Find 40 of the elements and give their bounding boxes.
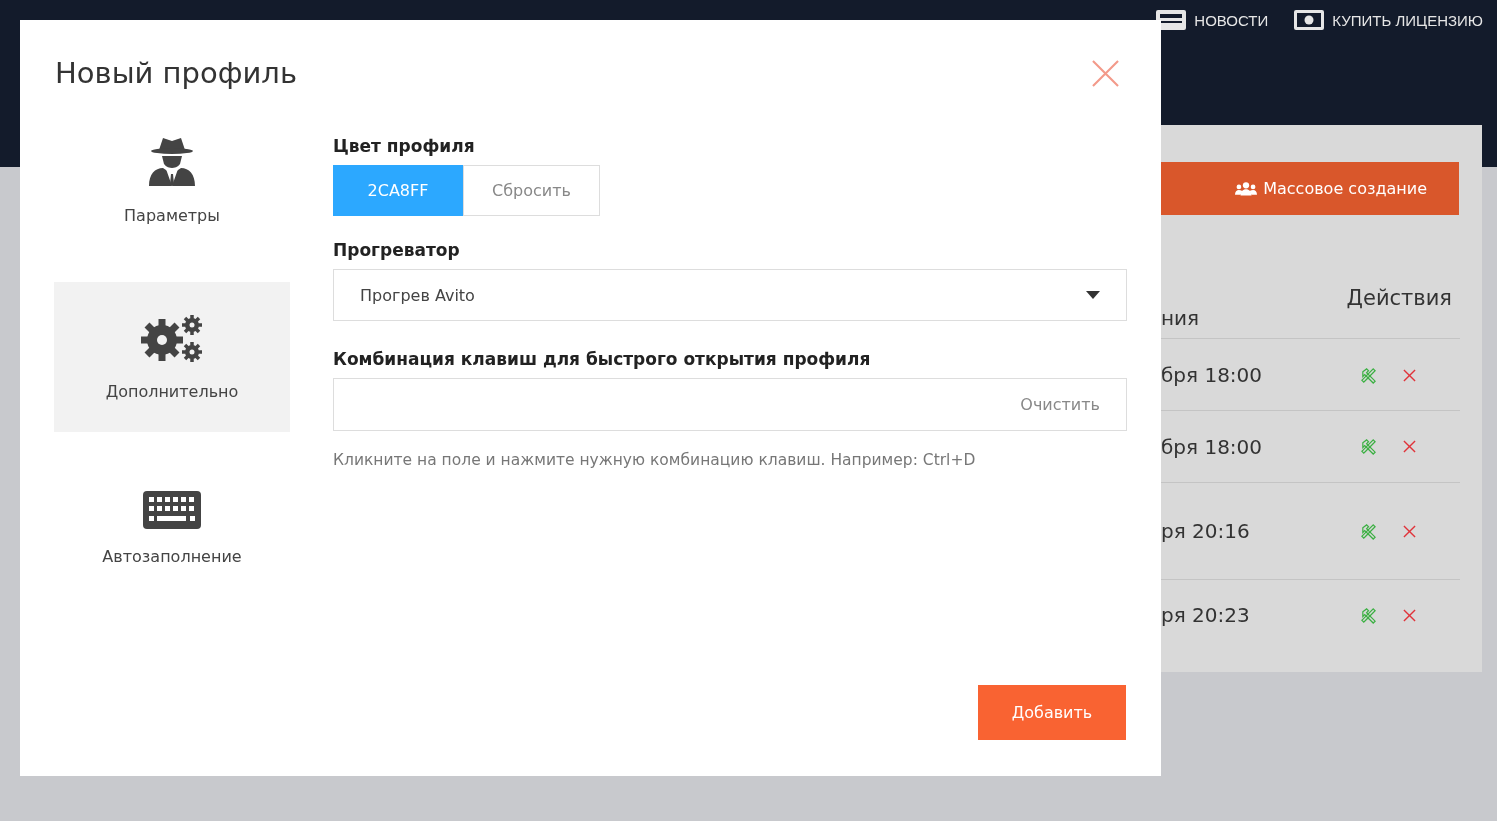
- spy-icon: [149, 136, 195, 188]
- delete-icon[interactable]: [1403, 524, 1416, 538]
- close-icon[interactable]: [1092, 59, 1119, 87]
- warmer-select[interactable]: Прогрев Avito: [333, 269, 1127, 321]
- clear-button[interactable]: Очистить: [1020, 395, 1100, 414]
- tab-label: Автозаполнение: [102, 546, 242, 566]
- delete-icon[interactable]: [1403, 368, 1416, 382]
- field-label: Комбинация клавиш для быстрого открытия профиля: [333, 349, 872, 369]
- nav-link[interactable]: КУПИТЬ ЛИЦЕНЗИЮ: [1294, 10, 1483, 30]
- field-label: Цвет профиля: [333, 136, 476, 156]
- caret-icon: [1086, 291, 1100, 299]
- sidebar-tab[interactable]: Параметры: [54, 136, 290, 282]
- mass-create-button[interactable]: Массовое создание: [1161, 162, 1459, 215]
- nav-link[interactable]: НОВОСТИ: [1156, 10, 1269, 30]
- keyboard-icon: [143, 490, 201, 529]
- reset-button[interactable]: Сбросить: [463, 165, 600, 216]
- tools-icon[interactable]: [1360, 522, 1377, 540]
- sidebar-tab[interactable]: Дополнительно: [54, 282, 290, 432]
- tab-label: Параметры: [124, 206, 220, 225]
- table-cell-text: ря 20:16: [1161, 519, 1251, 543]
- sidebar-tab[interactable]: Автозаполнение: [54, 453, 290, 603]
- banknote-icon: [1294, 10, 1325, 30]
- tools-icon[interactable]: [1360, 438, 1377, 455]
- field-label: Прогреватор: [333, 240, 461, 260]
- tools-icon[interactable]: [1360, 366, 1377, 384]
- table-cell-text: бря 18:00: [1161, 434, 1264, 459]
- dialog-title: Новый профиль: [55, 56, 297, 90]
- users-icon: [1235, 181, 1258, 196]
- tools-icon[interactable]: [1360, 606, 1377, 624]
- table-cell-text: ря 20:23: [1161, 603, 1251, 627]
- newspaper-icon: [1156, 10, 1187, 30]
- gears-icon: [140, 313, 204, 364]
- hotkey-field[interactable]: Очистить: [333, 378, 1127, 431]
- column-header: Действия: [1346, 286, 1452, 310]
- column-header: ния: [1161, 306, 1200, 330]
- delete-icon[interactable]: [1403, 440, 1416, 453]
- tab-label: Дополнительно: [105, 381, 239, 401]
- table-cell-text: бря 18:00: [1161, 363, 1264, 387]
- delete-icon[interactable]: [1403, 608, 1416, 622]
- hint-text: Кликните на поле и нажмите нужную комбинацию клавиш. Например: Ctrl+D: [333, 451, 977, 469]
